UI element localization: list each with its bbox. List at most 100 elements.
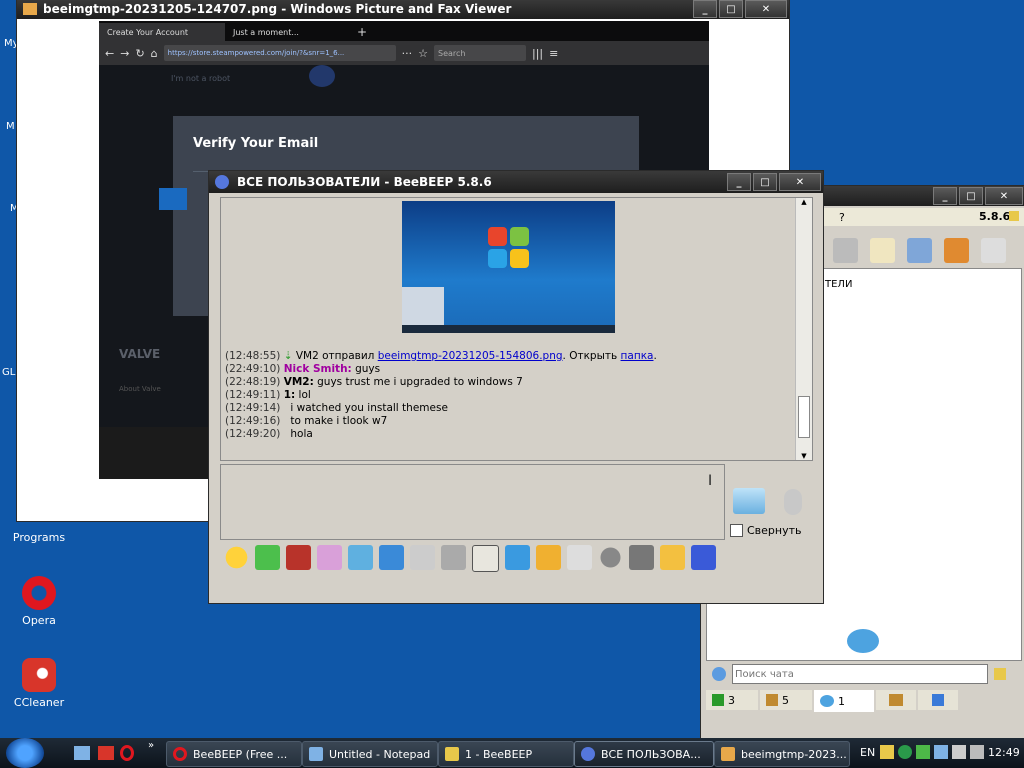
- maximize-button[interactable]: □: [719, 0, 743, 18]
- message-time: (22:49:10): [225, 363, 281, 375]
- tray-volume-icon[interactable]: [952, 745, 966, 759]
- picture-viewer-titlebar[interactable]: beeimgtmp-20231205-124707.png - Windows …: [17, 0, 789, 19]
- folder-link[interactable]: папка: [621, 350, 654, 362]
- spellcheck-icon[interactable]: [410, 545, 435, 570]
- tab-chats[interactable]: 1: [814, 690, 874, 712]
- more-icon: ···: [401, 46, 413, 60]
- tab-people[interactable]: [876, 690, 916, 710]
- taskbar-button-label: beeimgtmp-2023...: [741, 747, 847, 761]
- user-icon[interactable]: [833, 238, 858, 263]
- tab-users[interactable]: 3: [706, 690, 758, 710]
- notes-icon[interactable]: [660, 545, 685, 570]
- collapse-checkbox[interactable]: [730, 524, 743, 537]
- history-icon[interactable]: [629, 545, 654, 570]
- tray-network-icon[interactable]: [898, 745, 912, 759]
- update-icon[interactable]: [944, 238, 969, 263]
- quicklaunch-opera-icon[interactable]: [120, 745, 134, 761]
- clear-icon[interactable]: [994, 668, 1006, 680]
- settings-gear-icon[interactable]: [379, 545, 404, 570]
- minimize-button[interactable]: _: [727, 173, 751, 191]
- minimize-button[interactable]: _: [693, 0, 717, 18]
- scroll-down-icon[interactable]: ▼: [796, 452, 812, 460]
- message-text: VM2 отправил: [295, 350, 378, 362]
- start-button[interactable]: [6, 738, 44, 768]
- network-icon[interactable]: [907, 238, 932, 263]
- font-icon[interactable]: [286, 545, 311, 570]
- tab-groups[interactable]: 5: [760, 690, 812, 710]
- desktop-icon-ccleaner[interactable]: CCleaner: [4, 658, 74, 709]
- taskbar-button[interactable]: ВСЕ ПОЛЬЗОВА...: [574, 741, 714, 767]
- minimize-button[interactable]: _: [933, 187, 957, 205]
- taskbar-button[interactable]: Untitled - Notepad: [302, 741, 438, 767]
- desktop-icon-label: Opera: [22, 614, 56, 627]
- chat-search-input[interactable]: [732, 664, 988, 684]
- file-link[interactable]: beeimgtmp-20231205-154806.png: [378, 350, 563, 362]
- forward-icon: →: [120, 46, 130, 60]
- maximize-button[interactable]: □: [753, 173, 777, 191]
- tray-update-icon[interactable]: [916, 745, 930, 759]
- help-menu[interactable]: ?: [839, 211, 845, 224]
- save-icon[interactable]: [691, 545, 716, 570]
- file-icon: ⇣: [283, 350, 293, 362]
- filter-icon[interactable]: [348, 545, 373, 570]
- message-line: (12:49:20) hola: [225, 428, 657, 441]
- language-indicator[interactable]: EN: [860, 746, 875, 759]
- image-preview[interactable]: [402, 201, 615, 333]
- bookmark-star-icon: ☆: [418, 46, 429, 60]
- emoticon-icon[interactable]: [224, 545, 249, 570]
- screenshot-icon[interactable]: [505, 545, 530, 570]
- show-desktop-icon[interactable]: [74, 746, 90, 760]
- library-icon: |||: [532, 46, 544, 60]
- beebeep-icon: [581, 747, 595, 761]
- message-time: (12:49:20): [225, 428, 281, 440]
- picture-viewer-icon: [721, 747, 735, 761]
- send-file-icon[interactable]: [536, 545, 561, 570]
- scroll-thumb[interactable]: [798, 396, 810, 438]
- home-icon: ⌂: [150, 46, 158, 60]
- dictionary-icon[interactable]: [441, 545, 466, 570]
- chat-bubbles-icon: [847, 629, 879, 653]
- maximize-button[interactable]: □: [959, 187, 983, 205]
- bee-icon: [1009, 211, 1019, 221]
- chat-scrollbar[interactable]: ▲ ▼: [795, 198, 812, 460]
- chat-history[interactable]: (12:48:55) ⇣ VM2 отправил beeimgtmp-2023…: [220, 197, 813, 461]
- quicklaunch-ccleaner-icon[interactable]: [98, 746, 114, 760]
- message-input[interactable]: I: [220, 464, 725, 540]
- tray-display-icon[interactable]: [934, 745, 948, 759]
- tab-flag[interactable]: [918, 690, 958, 710]
- close-button[interactable]: ✕: [985, 187, 1023, 205]
- desktop-icon-opera[interactable]: Opera: [4, 576, 74, 627]
- taskbar-button[interactable]: BeeBEEP (Free ...: [166, 741, 302, 767]
- chevron-icon[interactable]: »: [148, 740, 154, 751]
- collapse-checkbox-row: Свернуть: [730, 524, 802, 537]
- tray-tools-icon[interactable]: [970, 745, 984, 759]
- close-button[interactable]: ✕: [779, 173, 821, 191]
- microphone-icon[interactable]: [784, 489, 802, 515]
- html-icon[interactable]: [567, 545, 592, 570]
- tab-count: 1: [838, 694, 845, 708]
- send-button[interactable]: [733, 488, 765, 514]
- programs-label[interactable]: Programs: [4, 531, 74, 544]
- webcam-icon[interactable]: [598, 545, 623, 570]
- message-time: (12:49:14): [225, 402, 281, 414]
- edit-icon[interactable]: [870, 238, 895, 263]
- clock[interactable]: 12:49: [988, 746, 1020, 759]
- taskbar-button-label: BeeBEEP (Free ...: [193, 747, 288, 761]
- scroll-up-icon[interactable]: ▲: [796, 198, 812, 206]
- chat-titlebar[interactable]: ВСЕ ПОЛЬЗОВАТЕЛИ - BeeBEEP 5.8.6 _ □ ✕: [209, 171, 823, 193]
- clear-chat-icon[interactable]: [255, 545, 280, 570]
- version-label: 5.8.6: [979, 210, 1011, 223]
- message-time: (12:49:16): [225, 415, 281, 427]
- browser-tab: Just a moment...: [233, 27, 299, 37]
- valve-logo: VALVE: [119, 347, 161, 361]
- color-icon[interactable]: [317, 545, 342, 570]
- chat-list-item[interactable]: ТЕЛИ: [825, 279, 852, 290]
- sound-icon[interactable]: [472, 545, 499, 572]
- taskbar-button[interactable]: 1 - BeeBEEP: [438, 741, 574, 767]
- taskbar-button[interactable]: beeimgtmp-2023...: [714, 741, 850, 767]
- tray-beebeep-icon[interactable]: [880, 745, 894, 759]
- close-button[interactable]: ✕: [745, 0, 787, 18]
- trash-icon[interactable]: [981, 238, 1006, 263]
- refresh-icon[interactable]: [712, 667, 726, 681]
- message-text: i watched you install themese: [290, 402, 448, 414]
